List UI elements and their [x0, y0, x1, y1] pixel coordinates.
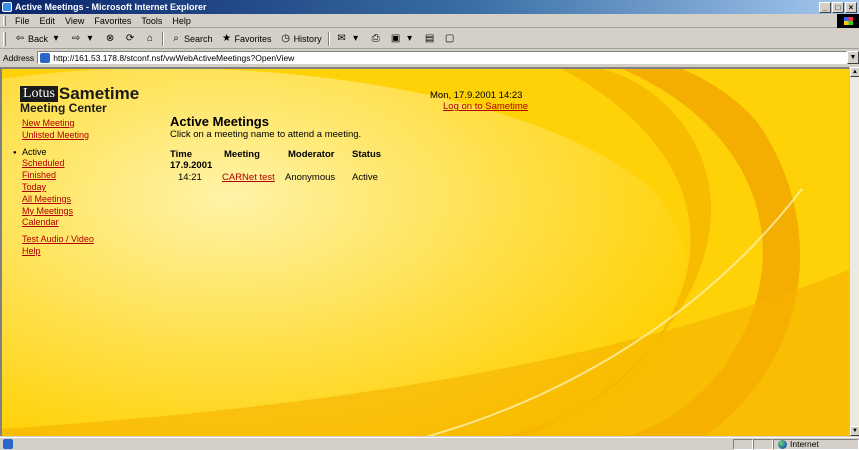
status-page-icon — [3, 439, 13, 449]
title-bar: Active Meetings - Microsoft Internet Exp… — [0, 0, 859, 14]
home-icon: ⌂ — [146, 32, 154, 44]
nav-today[interactable]: Today — [22, 182, 94, 194]
row-time: 14:21 — [178, 172, 202, 183]
chevron-down-icon: ▾ — [87, 32, 93, 44]
search-button[interactable]: ⌕ Search — [166, 33, 217, 45]
favorites-icon: ★ — [222, 32, 232, 44]
vertical-scrollbar[interactable]: ▲ ▼ — [849, 67, 859, 436]
print-icon: ⎙ — [371, 32, 380, 44]
meeting-link[interactable]: CARNet test — [222, 172, 275, 183]
back-arrow-icon: ⇦ — [15, 32, 25, 44]
standard-toolbar: ⇦ Back ▾ ⇨ ▾ ⊗ ⟳ ⌂ ⌕ Search ★ Favorites … — [0, 29, 859, 49]
windows-logo-icon — [837, 13, 859, 28]
nav-new-meeting[interactable]: New Meeting — [22, 118, 94, 130]
nav-my-meetings[interactable]: My Meetings — [22, 206, 94, 218]
mail-icon: ✉ — [337, 32, 346, 44]
stop-icon: ⊗ — [105, 32, 115, 44]
edit-icon: ▣ — [390, 32, 401, 44]
print-button[interactable]: ⎙ — [366, 33, 386, 45]
forward-button[interactable]: ⇨ ▾ — [66, 33, 100, 45]
menu-file[interactable]: File — [10, 16, 35, 26]
page-icon — [40, 52, 51, 63]
menu-edit[interactable]: Edit — [35, 16, 61, 26]
nav-active-current: Active — [13, 147, 94, 160]
page-instruction: Click on a meeting name to attend a meet… — [170, 129, 362, 140]
back-label: Back — [28, 33, 49, 44]
discuss-icon: ▤ — [424, 32, 435, 44]
meeting-center-heading: Meeting Center — [20, 101, 107, 115]
nav-help[interactable]: Help — [22, 246, 94, 258]
address-bar: Address http://161.53.178.8/stconf.nsf/v… — [0, 50, 859, 65]
column-header-time: Time — [170, 149, 193, 160]
page-content: Lotus Sametime Meeting Center New Meeting… — [0, 67, 849, 436]
menu-view[interactable]: View — [60, 16, 89, 26]
address-dropdown-button[interactable]: ▼ — [847, 51, 859, 64]
column-header-moderator: Moderator — [288, 149, 335, 160]
messenger-icon: ▢ — [444, 32, 455, 44]
chevron-down-icon: ▾ — [407, 32, 413, 44]
sidebar-nav: New Meeting Unlisted Meeting Active Sche… — [13, 118, 94, 258]
nav-test-audio-video[interactable]: Test Audio / Video — [22, 234, 94, 246]
nav-unlisted-meeting[interactable]: Unlisted Meeting — [22, 130, 94, 142]
nav-calendar[interactable]: Calendar — [22, 217, 94, 229]
back-button[interactable]: ⇦ Back ▾ — [10, 33, 66, 45]
history-icon: ◷ — [281, 32, 290, 44]
background-swoosh — [2, 69, 849, 436]
toolbar-separator — [327, 31, 330, 46]
row-moderator: Anonymous — [285, 172, 336, 183]
page-title: Active Meetings — [170, 114, 269, 129]
address-input[interactable]: http://161.53.178.8/stconf.nsf/vwWebActi… — [37, 51, 847, 64]
mail-button[interactable]: ✉ ▾ — [332, 33, 366, 45]
nav-all-meetings[interactable]: All Meetings — [22, 194, 94, 206]
nav-finished[interactable]: Finished — [22, 170, 94, 182]
zone-label: Internet — [790, 439, 819, 449]
edit-button[interactable]: ▣ ▾ — [386, 33, 420, 45]
favorites-button[interactable]: ★ Favorites — [217, 33, 276, 45]
nav-scheduled[interactable]: Scheduled — [22, 158, 94, 170]
scroll-up-icon[interactable]: ▲ — [850, 67, 859, 77]
globe-icon — [778, 439, 787, 449]
browser-window: Active Meetings - Microsoft Internet Exp… — [0, 0, 859, 450]
favorites-label: Favorites — [234, 33, 272, 44]
menu-favorites[interactable]: Favorites — [89, 16, 136, 26]
discuss-button[interactable]: ▤ — [420, 33, 440, 45]
address-url: http://161.53.178.8/stconf.nsf/vwWebActi… — [53, 52, 295, 63]
history-button[interactable]: ◷ History — [276, 33, 326, 45]
home-button[interactable]: ⌂ — [140, 33, 160, 45]
window-title: Active Meetings - Microsoft Internet Exp… — [15, 2, 207, 12]
logon-link[interactable]: Log on to Sametime — [443, 101, 528, 112]
chevron-down-icon: ▾ — [53, 32, 59, 44]
menu-tools[interactable]: Tools — [136, 16, 167, 26]
forward-arrow-icon: ⇨ — [71, 32, 81, 44]
messenger-button[interactable]: ▢ — [440, 33, 460, 45]
ie-app-icon — [2, 2, 12, 12]
current-datetime: Mon, 17.9.2001 14:23 — [430, 90, 523, 101]
row-status: Active — [352, 172, 378, 183]
status-bar: Internet — [0, 437, 859, 450]
address-label: Address — [3, 52, 35, 63]
history-label: History — [293, 33, 322, 44]
toolbar-grip — [3, 31, 6, 46]
security-zone: Internet — [773, 438, 859, 450]
minimize-button[interactable]: _ — [819, 1, 831, 13]
search-label: Search — [184, 33, 213, 44]
toolbar-separator — [162, 31, 165, 46]
column-header-status: Status — [352, 149, 382, 160]
menu-help[interactable]: Help — [167, 16, 196, 26]
column-header-meeting: Meeting — [224, 149, 260, 160]
status-pane — [753, 438, 773, 450]
close-button[interactable]: × — [845, 1, 857, 13]
menu-grip — [3, 15, 6, 26]
search-icon: ⌕ — [173, 32, 179, 44]
stop-button[interactable]: ⊗ — [100, 33, 120, 45]
chevron-down-icon: ▾ — [353, 32, 359, 44]
status-pane — [733, 438, 753, 450]
date-group-heading: 17.9.2001 — [170, 160, 213, 171]
menu-bar: File Edit View Favorites Tools Help — [0, 13, 859, 28]
refresh-button[interactable]: ⟳ — [120, 33, 140, 45]
logo-lotus: Lotus — [20, 86, 58, 102]
maximize-button[interactable]: □ — [832, 1, 844, 13]
refresh-icon: ⟳ — [125, 32, 135, 44]
scroll-down-icon[interactable]: ▼ — [850, 426, 859, 436]
